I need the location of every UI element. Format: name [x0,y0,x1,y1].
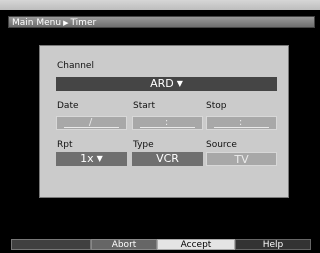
date-field[interactable]: / [56,116,127,130]
start-label: Start [133,101,155,111]
timer-panel: Channel ARD ▼ Date Start Stop / : : Rpt T… [39,45,289,198]
chevron-down-icon: ▼ [96,154,103,163]
abort-button[interactable]: Abort [91,239,157,250]
stop-field[interactable]: : [206,116,277,130]
type-value: VCR [156,152,179,165]
red-key-button[interactable] [11,239,91,250]
channel-select[interactable]: ARD ▼ [56,77,277,91]
channel-label: Channel [57,61,94,71]
source-field: TV [206,152,277,166]
date-label: Date [57,101,79,111]
start-field[interactable]: : [132,116,203,130]
breadcrumb-current: Timer [70,18,97,28]
breadcrumb-arrow-icon: ▶ [63,19,69,27]
accept-button[interactable]: Accept [157,239,235,250]
start-underline [140,127,195,128]
stop-underline [214,127,269,128]
function-key-bar: Abort Accept Help [11,239,311,250]
type-label: Type [133,140,154,150]
type-field[interactable]: VCR [132,152,203,166]
top-strip [0,0,320,10]
breadcrumb: Main Menu ▶ Timer [8,16,315,28]
source-value: TV [234,153,249,166]
repeat-value: 1x [80,152,94,165]
stop-label: Stop [206,101,227,111]
chevron-down-icon: ▼ [176,79,183,88]
date-underline [64,127,119,128]
channel-value: ARD [150,77,174,90]
repeat-label: Rpt [57,140,73,150]
repeat-select[interactable]: 1x ▼ [56,152,127,166]
source-label: Source [206,140,237,150]
breadcrumb-parent[interactable]: Main Menu [12,18,61,28]
help-button[interactable]: Help [235,239,311,250]
